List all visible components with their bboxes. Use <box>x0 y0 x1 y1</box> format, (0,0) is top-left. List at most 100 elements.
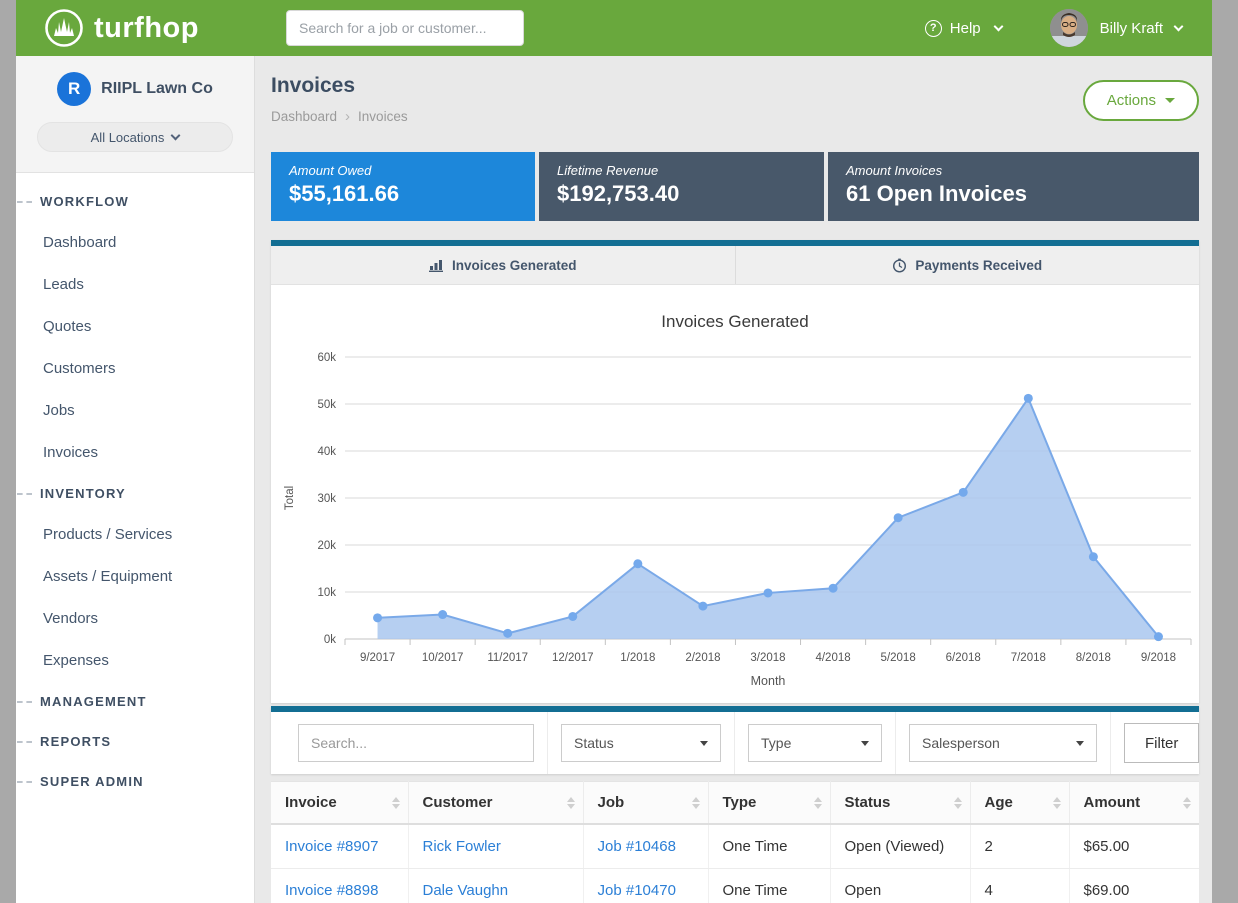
locations-dropdown[interactable]: All Locations <box>37 122 233 152</box>
locations-label: All Locations <box>91 130 165 145</box>
svg-text:10/2017: 10/2017 <box>422 652 464 664</box>
sidebar-item-leads[interactable]: Leads <box>16 263 254 305</box>
column-header-job[interactable]: Job <box>583 782 708 825</box>
sidebar-section-workflow[interactable]: WORKFLOW <box>16 181 254 221</box>
actions-button[interactable]: Actions <box>1083 80 1199 121</box>
sidebar-item-quotes[interactable]: Quotes <box>16 305 254 347</box>
table-row: Invoice #8907Rick FowlerJob #10468One Ti… <box>271 824 1199 869</box>
filter-button[interactable]: Filter <box>1124 723 1199 763</box>
help-menu[interactable]: ? Help <box>925 20 1002 37</box>
main-content: Invoices Dashboard › Invoices Actions Am… <box>255 56 1212 903</box>
tab-label: Payments Received <box>915 258 1042 273</box>
svg-text:30k: 30k <box>317 493 336 505</box>
company-block: R RIIPL Lawn Co All Locations <box>16 56 254 173</box>
sidebar-item-jobs[interactable]: Jobs <box>16 389 254 431</box>
clock-icon <box>892 258 907 273</box>
filter-bar: Status Type Salesperson <box>271 706 1199 774</box>
column-header-status[interactable]: Status <box>830 782 970 825</box>
sort-icon <box>814 797 822 809</box>
svg-text:Total: Total <box>284 486 296 510</box>
cell-text: $65.00 <box>1069 824 1199 869</box>
chevron-down-icon <box>171 130 181 140</box>
status-select[interactable]: Status <box>561 724 721 762</box>
global-search-input[interactable] <box>286 10 524 46</box>
company-name: RIIPL Lawn Co <box>101 80 213 98</box>
sidebar-item-customers[interactable]: Customers <box>16 347 254 389</box>
company-logo: R <box>57 72 91 106</box>
sidebar-section-management[interactable]: MANAGEMENT <box>16 681 254 721</box>
brand-logo[interactable]: turfhop <box>44 8 256 48</box>
chart-card: Invoices Generated Payments Received Inv… <box>271 240 1199 703</box>
user-menu[interactable]: Billy Kraft <box>1050 9 1182 47</box>
sidebar-item-invoices[interactable]: Invoices <box>16 431 254 473</box>
salesperson-select[interactable]: Salesperson <box>909 724 1097 762</box>
sidebar-item-vendors[interactable]: Vendors <box>16 597 254 639</box>
svg-text:0k: 0k <box>324 634 336 646</box>
cell-link[interactable]: Job #10470 <box>583 869 708 903</box>
svg-text:2/2018: 2/2018 <box>685 652 720 664</box>
column-header-age[interactable]: Age <box>970 782 1069 825</box>
cell-text: One Time <box>708 824 830 869</box>
sidebar-item-expenses[interactable]: Expenses <box>16 639 254 681</box>
stat-value: $192,753.40 <box>557 181 806 207</box>
section-label: REPORTS <box>40 734 111 749</box>
svg-text:Month: Month <box>751 674 786 688</box>
caret-down-icon <box>1076 741 1084 746</box>
svg-text:9/2018: 9/2018 <box>1141 652 1176 664</box>
cell-link[interactable]: Job #10468 <box>583 824 708 869</box>
svg-text:10k: 10k <box>317 587 336 599</box>
column-header-customer[interactable]: Customer <box>408 782 583 825</box>
select-value: Salesperson <box>922 735 1000 751</box>
sidebar: R RIIPL Lawn Co All Locations WORKFLOW Da… <box>16 56 255 903</box>
cell-link[interactable]: Dale Vaughn <box>408 869 583 903</box>
svg-text:8/2018: 8/2018 <box>1076 652 1111 664</box>
section-label: MANAGEMENT <box>40 694 147 709</box>
sort-icon <box>1183 797 1191 809</box>
svg-text:5/2018: 5/2018 <box>881 652 916 664</box>
cell-text: 4 <box>970 869 1069 903</box>
breadcrumb-dashboard[interactable]: Dashboard <box>271 109 337 124</box>
column-header-invoice[interactable]: Invoice <box>271 782 408 825</box>
caret-down-icon <box>700 741 708 746</box>
page-title: Invoices <box>271 74 408 98</box>
svg-text:1/2018: 1/2018 <box>620 652 655 664</box>
svg-text:11/2017: 11/2017 <box>487 652 528 664</box>
sidebar-section-inventory[interactable]: INVENTORY <box>16 473 254 513</box>
cell-text: Open <box>830 869 970 903</box>
select-value: Type <box>761 735 791 751</box>
column-header-amount[interactable]: Amount <box>1069 782 1199 825</box>
tree-dash-icon <box>17 701 32 703</box>
type-select[interactable]: Type <box>748 724 882 762</box>
sidebar-section-super-admin[interactable]: SUPER ADMIN <box>16 761 254 801</box>
bar-chart-icon <box>429 258 444 272</box>
sort-icon <box>567 797 575 809</box>
section-label: WORKFLOW <box>40 194 129 209</box>
window-scrollbar[interactable] <box>1212 0 1238 903</box>
svg-text:40k: 40k <box>317 446 336 458</box>
breadcrumb: Dashboard › Invoices <box>271 108 408 125</box>
chevron-down-icon <box>1174 21 1184 31</box>
cell-link[interactable]: Rick Fowler <box>408 824 583 869</box>
table-search-input[interactable] <box>298 724 534 762</box>
column-header-type[interactable]: Type <box>708 782 830 825</box>
cell-link[interactable]: Invoice #8907 <box>271 824 408 869</box>
sidebar-item-products-services[interactable]: Products / Services <box>16 513 254 555</box>
help-icon: ? <box>925 20 942 37</box>
sort-icon <box>954 797 962 809</box>
svg-text:12/2017: 12/2017 <box>552 652 594 664</box>
sidebar-section-reports[interactable]: REPORTS <box>16 721 254 761</box>
cell-link[interactable]: Invoice #8898 <box>271 869 408 903</box>
sidebar-item-assets-equipment[interactable]: Assets / Equipment <box>16 555 254 597</box>
svg-text:9/2017: 9/2017 <box>360 652 395 664</box>
tab-invoices-generated[interactable]: Invoices Generated <box>271 246 735 284</box>
svg-text:60k: 60k <box>317 352 336 364</box>
stat-label: Amount Owed <box>289 163 517 178</box>
sort-icon <box>392 797 400 809</box>
tab-payments-received[interactable]: Payments Received <box>735 246 1200 284</box>
chevron-down-icon <box>993 21 1003 31</box>
turfhop-grass-icon <box>44 8 84 48</box>
user-name: Billy Kraft <box>1100 20 1163 37</box>
stat-label: Amount Invoices <box>846 163 1181 178</box>
sidebar-item-dashboard[interactable]: Dashboard <box>16 221 254 263</box>
cell-text: Open (Viewed) <box>830 824 970 869</box>
